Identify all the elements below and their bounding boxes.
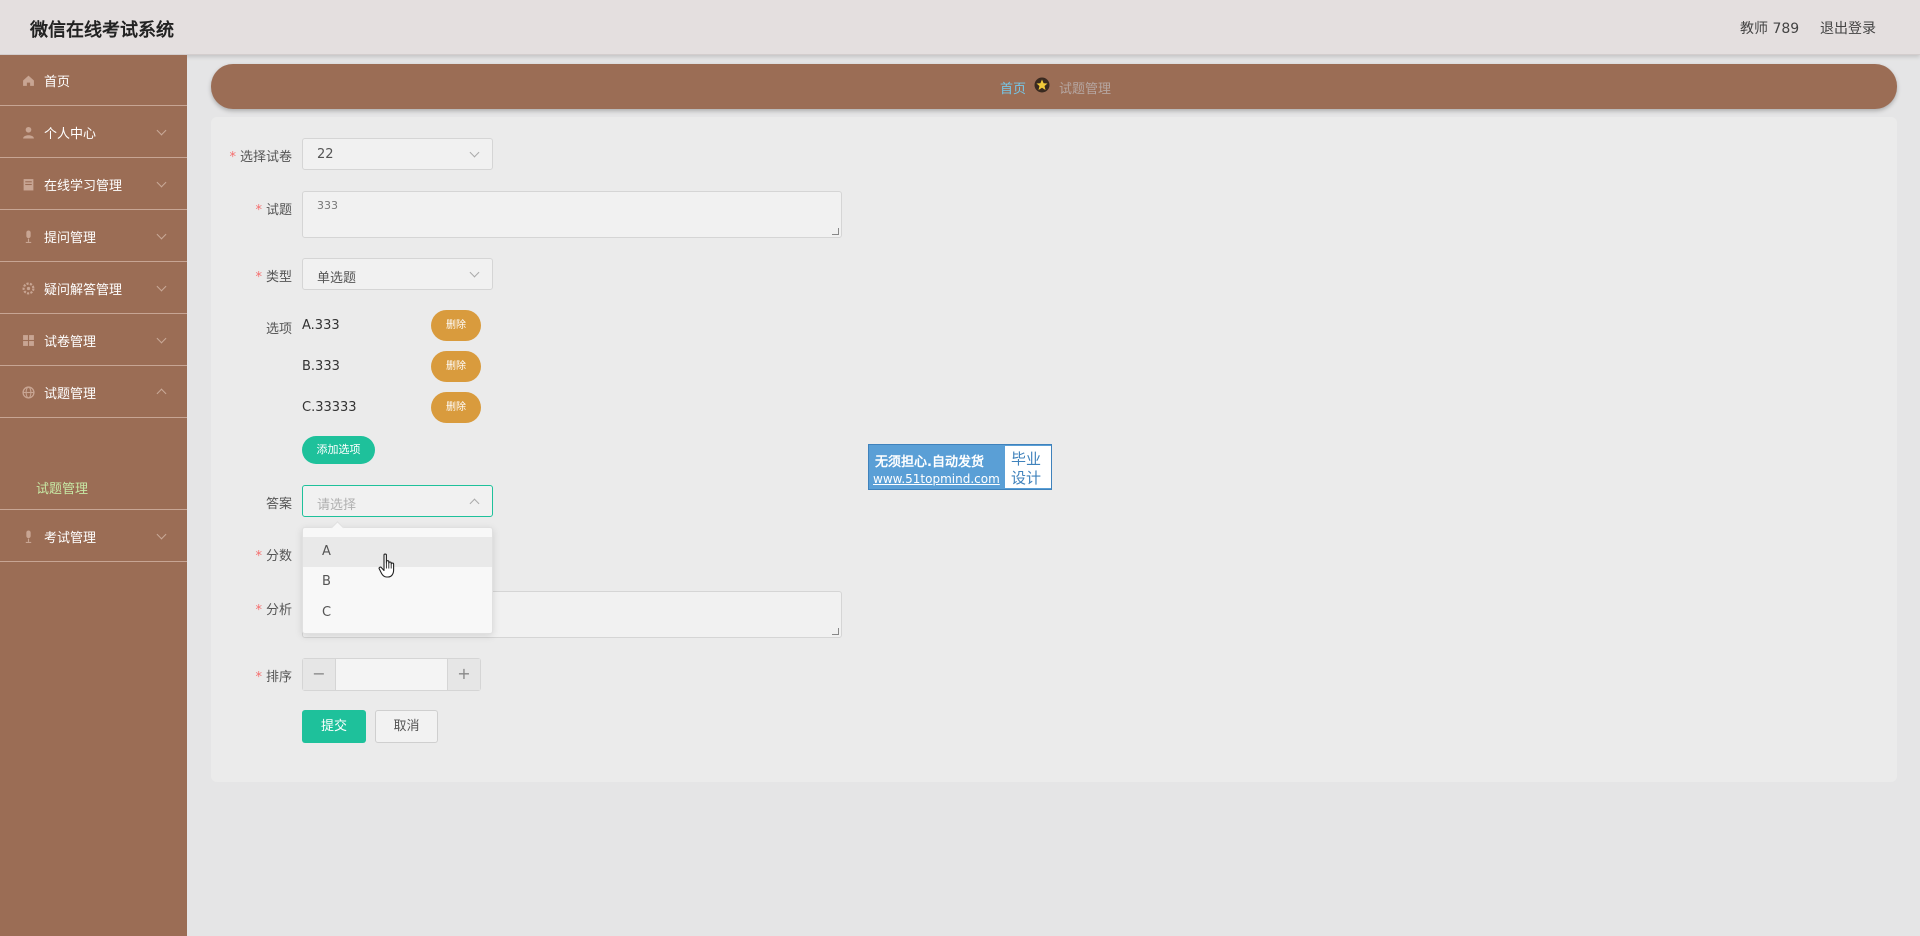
watermark-badge: 无须担心.自动发货 www.51topmind.com 毕业 设计 — [868, 444, 1052, 490]
sidebar-subitem-label: 试题管理 — [36, 482, 89, 497]
microphone-icon — [25, 230, 32, 243]
chevron-up-icon — [156, 388, 167, 399]
breadcrumb-home-link[interactable]: 首页 — [1000, 78, 1026, 97]
score-label: * 分数 — [255, 549, 292, 564]
cancel-button[interactable]: 取消 — [375, 710, 438, 743]
answer-label: 答案 — [265, 497, 292, 512]
sort-input[interactable] — [337, 659, 447, 690]
sidebar-item-label: 首页 — [44, 74, 71, 90]
delete-option-b-button[interactable]: 删除 — [431, 351, 481, 382]
analysis-label: * 分析 — [255, 603, 292, 618]
type-label: * 类型 — [255, 270, 292, 285]
microphone-icon — [25, 530, 32, 543]
sidebar-item-label: 试题管理 — [44, 386, 97, 402]
option-a: A.333 — [302, 318, 340, 333]
sidebar-item-label: 疑问解答管理 — [44, 282, 123, 298]
resize-grip-icon[interactable] — [832, 628, 839, 635]
options-label: 选项 — [265, 322, 292, 337]
type-select[interactable]: 单选题 — [302, 258, 493, 290]
sidebar-item-label: 在线学习管理 — [44, 178, 123, 194]
watermark-url: www.51topmind.com — [873, 472, 1000, 486]
answer-select-placeholder: 请选择 — [317, 498, 357, 513]
increment-button[interactable]: + — [447, 659, 480, 690]
sort-stepper: − + — [302, 658, 481, 691]
question-label: * 试题 — [255, 203, 292, 218]
sidebar-item-label: 试卷管理 — [44, 334, 97, 350]
resize-grip-icon[interactable] — [832, 228, 839, 235]
breadcrumb-current: 试题管理 — [1059, 82, 1112, 97]
chevron-down-icon — [156, 281, 167, 291]
option-c: C.33333 — [302, 400, 357, 415]
settings-icon — [22, 282, 35, 294]
sidebar-item-label: 个人中心 — [44, 126, 97, 142]
sidebar-item-label: 提问管理 — [44, 230, 97, 246]
question-textarea-value: 333 — [317, 199, 338, 212]
book-icon — [23, 178, 34, 190]
sidebar: 首页 个人中心 在线学习管理 提问管理 疑问解答管理 试卷管理 试题管理 试题管… — [0, 55, 187, 936]
paper-select-value: 22 — [317, 147, 334, 162]
sidebar-item-questions-ask[interactable]: 提问管理 — [0, 211, 187, 262]
answer-dropdown: A B C — [302, 521, 493, 634]
answer-select[interactable]: 请选择 — [302, 485, 493, 517]
watermark-box-line2: 设计 — [1011, 469, 1042, 487]
sidebar-item-question-bank[interactable]: 试题管理 — [0, 367, 187, 418]
sort-label: * 排序 — [255, 670, 292, 685]
delete-option-c-button[interactable]: 删除 — [431, 392, 481, 423]
watermark-box: 毕业 设计 — [1005, 446, 1051, 488]
sidebar-item-papers[interactable]: 试卷管理 — [0, 315, 187, 366]
logout-link[interactable]: 退出登录 — [1820, 18, 1876, 38]
watermark-line1: 无须担心.自动发货 — [875, 455, 984, 470]
sidebar-item-learning[interactable]: 在线学习管理 — [0, 159, 187, 210]
watermark-box-line1: 毕业 — [1011, 450, 1042, 468]
submit-button[interactable]: 提交 — [302, 710, 366, 743]
hand-cursor-icon — [378, 553, 395, 578]
top-header: 微信在线考试系统 教师 789 退出登录 — [0, 0, 1920, 55]
chevron-down-icon — [156, 229, 167, 239]
sidebar-item-exams[interactable]: 考试管理 — [0, 511, 187, 562]
grid-icon — [23, 334, 34, 346]
paper-select[interactable]: 22 — [302, 138, 493, 170]
chevron-down-icon — [156, 177, 167, 187]
user-icon — [23, 126, 34, 138]
question-textarea[interactable]: 333 — [302, 191, 842, 238]
delete-option-a-button[interactable]: 删除 — [431, 310, 481, 341]
app-title: 微信在线考试系统 — [30, 20, 174, 41]
sidebar-item-answers[interactable]: 疑问解答管理 — [0, 263, 187, 314]
chevron-down-icon — [469, 147, 480, 158]
home-icon — [23, 75, 34, 86]
globe-icon — [22, 385, 35, 399]
chevron-down-icon — [156, 125, 167, 135]
chevron-down-icon — [156, 333, 167, 343]
add-option-button[interactable]: 添加选项 — [302, 436, 375, 464]
chevron-down-icon — [156, 529, 167, 539]
sidebar-item-profile[interactable]: 个人中心 — [0, 107, 187, 158]
sidebar-subitem-question-bank[interactable]: 试题管理 — [0, 463, 187, 510]
sidebar-item-label: 考试管理 — [44, 530, 97, 546]
breadcrumb: 首页 试题管理 — [211, 64, 1897, 109]
type-select-value: 单选题 — [317, 271, 357, 286]
paper-label: * 选择试卷 — [229, 150, 292, 165]
star-icon — [1034, 77, 1050, 93]
sidebar-item-home[interactable]: 首页 — [0, 55, 187, 106]
dropdown-option-c[interactable]: C — [303, 598, 492, 628]
chevron-down-icon — [469, 267, 480, 278]
user-name: 教师 789 — [1740, 21, 1800, 37]
option-b: B.333 — [302, 359, 340, 374]
chevron-up-icon — [469, 498, 480, 509]
decrement-button[interactable]: − — [303, 659, 336, 690]
